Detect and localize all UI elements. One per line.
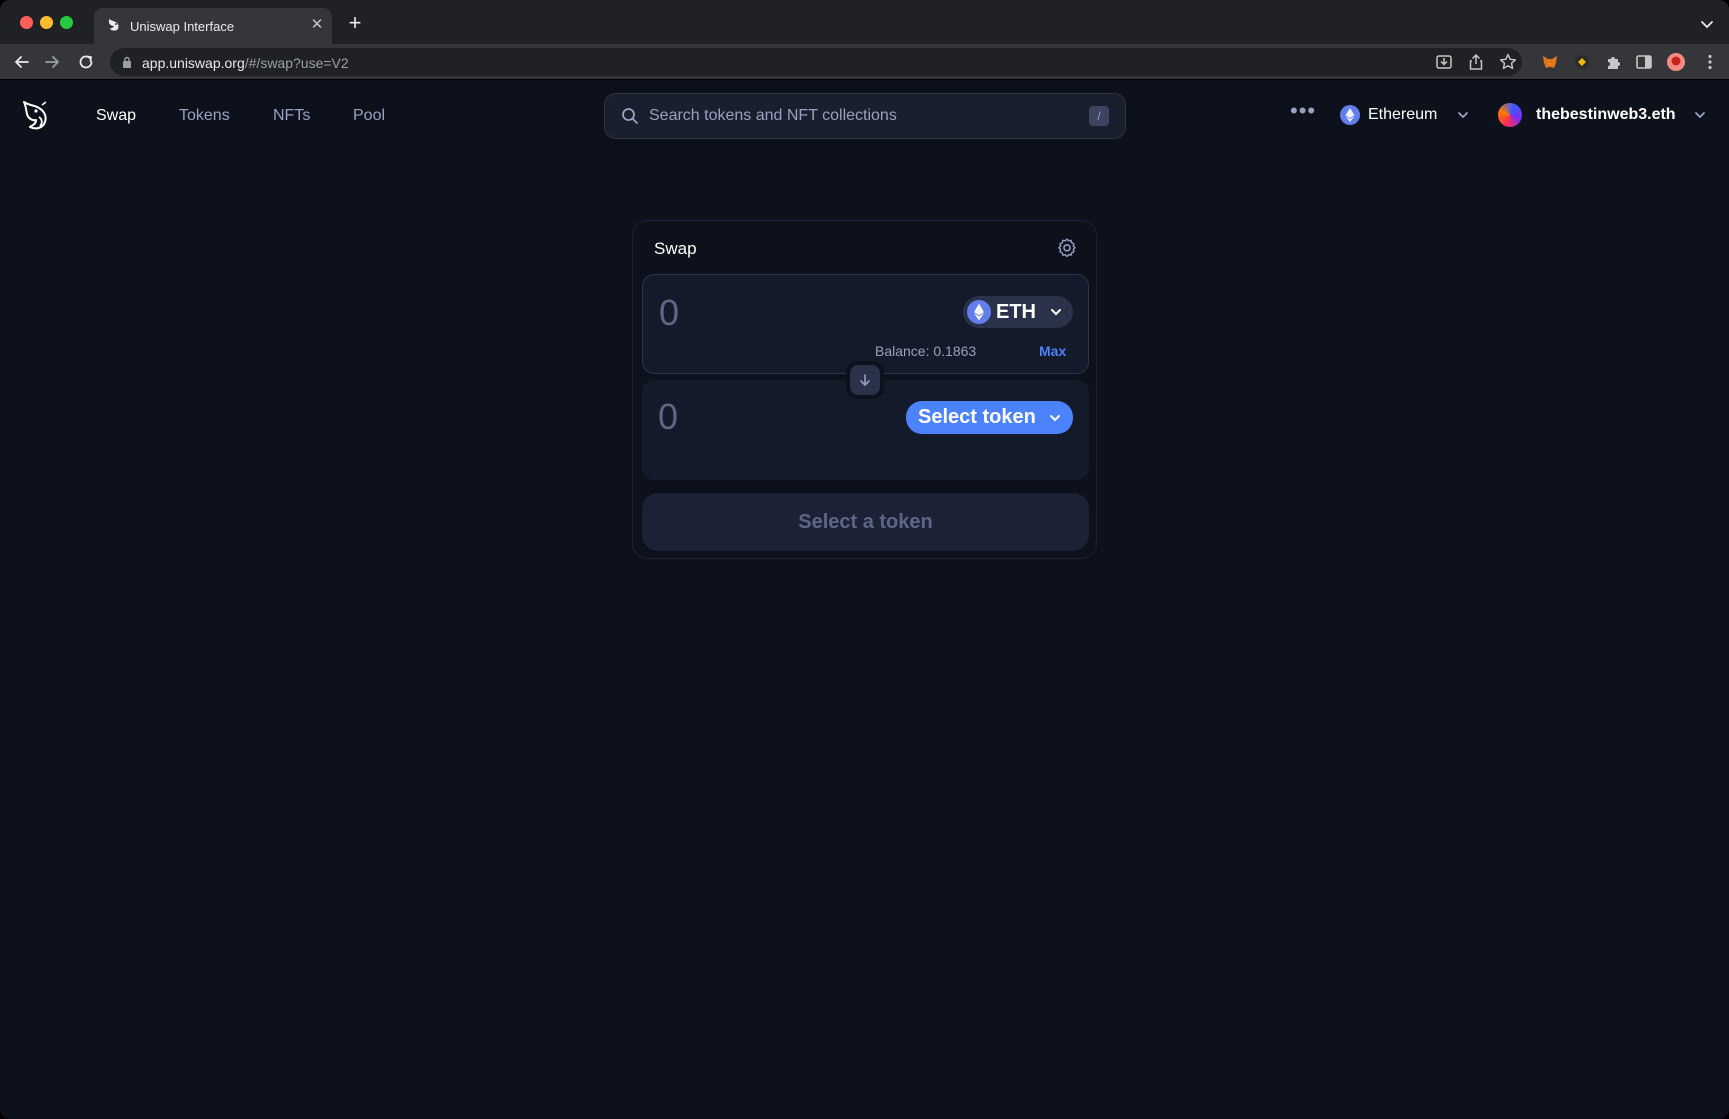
more-menu-button[interactable]: ••• xyxy=(1290,100,1315,125)
binance-extension-icon[interactable] xyxy=(1572,52,1592,72)
input-token-selector[interactable]: ETH xyxy=(963,296,1073,328)
url-text: app.uniswap.org/#/swap?use=V2 xyxy=(142,55,349,71)
lock-icon[interactable] xyxy=(122,56,132,68)
chevron-down-icon xyxy=(1050,415,1060,422)
input-amount-field[interactable] xyxy=(659,293,899,333)
chevron-down-icon xyxy=(1051,309,1061,316)
select-token-button[interactable]: Select token xyxy=(906,401,1073,434)
uniswap-favicon-icon xyxy=(109,19,119,31)
address-bar[interactable]: app.uniswap.org/#/swap?use=V2 xyxy=(110,48,1522,76)
uniswap-logo-icon[interactable] xyxy=(20,99,54,133)
browser-toolbar: app.uniswap.org/#/swap?use=V2 xyxy=(0,44,1729,80)
forward-arrow-icon[interactable] xyxy=(42,52,62,72)
nav-pool-link[interactable]: Pool xyxy=(353,107,385,125)
back-arrow-icon[interactable] xyxy=(12,52,32,72)
chevron-down-icon xyxy=(1458,112,1468,119)
chain-name: Ethereum xyxy=(1368,106,1438,123)
account-name: thebestinweb3.eth xyxy=(1536,106,1676,123)
nav-swap-link[interactable]: Swap xyxy=(96,107,136,125)
nav-nfts-link[interactable]: NFTs xyxy=(273,107,310,125)
input-token-symbol: ETH xyxy=(996,301,1036,323)
new-tab-button[interactable]: + xyxy=(344,12,366,35)
nav-tokens-link[interactable]: Tokens xyxy=(179,107,230,125)
swap-cta-label: Select a token xyxy=(798,511,933,533)
app-navbar: Swap Tokens NFTs Pool / ••• Ethereum xyxy=(0,81,1729,151)
chain-selector[interactable]: Ethereum xyxy=(1336,95,1476,135)
output-amount-field[interactable] xyxy=(658,397,898,437)
install-app-icon[interactable] xyxy=(1434,52,1454,72)
close-tab-icon[interactable]: ✕ xyxy=(308,16,326,34)
close-window-button[interactable] xyxy=(20,16,33,29)
browser-menu-kebab-icon[interactable] xyxy=(1700,52,1720,72)
side-panel-icon[interactable] xyxy=(1634,52,1654,72)
reload-icon[interactable] xyxy=(76,52,96,72)
max-button[interactable]: Max xyxy=(1039,343,1066,359)
minimize-window-button[interactable] xyxy=(40,16,53,29)
arrow-down-icon xyxy=(860,374,870,386)
extensions-puzzle-icon[interactable] xyxy=(1604,52,1624,72)
share-icon[interactable] xyxy=(1466,52,1486,72)
swap-card-title: Swap xyxy=(654,239,697,258)
tab-title: Uniswap Interface xyxy=(130,19,235,34)
gear-icon[interactable] xyxy=(1056,237,1078,259)
maximize-window-button[interactable] xyxy=(60,16,73,29)
metamask-extension-icon[interactable] xyxy=(1540,52,1560,72)
ethereum-icon xyxy=(1340,105,1360,125)
browser-tab[interactable]: Uniswap Interface ✕ xyxy=(94,8,332,44)
input-balance: Balance: 0.1863 xyxy=(875,343,977,359)
chevron-down-icon xyxy=(1695,112,1705,119)
browser-window: Uniswap Interface ✕ + app.uniswap.org/#/… xyxy=(0,0,1729,1119)
search-bar[interactable]: / xyxy=(604,93,1126,139)
account-avatar xyxy=(1498,103,1522,127)
url-path: /#/swap?use=V2 xyxy=(244,55,349,71)
swap-input-panel: ETH Balance: 0.1863 Max xyxy=(642,274,1089,374)
switch-tokens-button[interactable] xyxy=(846,361,884,399)
tab-strip: Uniswap Interface ✕ + xyxy=(0,0,1729,44)
search-icon xyxy=(622,108,638,124)
account-button[interactable]: thebestinweb3.eth xyxy=(1494,95,1714,135)
url-host: app.uniswap.org xyxy=(142,55,245,71)
search-input[interactable] xyxy=(649,105,1069,127)
ethereum-icon xyxy=(967,300,991,324)
swap-card: Swap ETH Balance: 0.1863 Max xyxy=(632,220,1097,559)
profile-avatar-icon[interactable] xyxy=(1666,52,1686,72)
tab-search-chevron-icon[interactable] xyxy=(1697,14,1717,34)
swap-cta-button[interactable]: Select a token xyxy=(642,493,1089,551)
search-shortcut-badge: / xyxy=(1089,106,1109,126)
select-token-label: Select token xyxy=(918,406,1036,428)
bookmark-star-icon[interactable] xyxy=(1498,52,1518,72)
